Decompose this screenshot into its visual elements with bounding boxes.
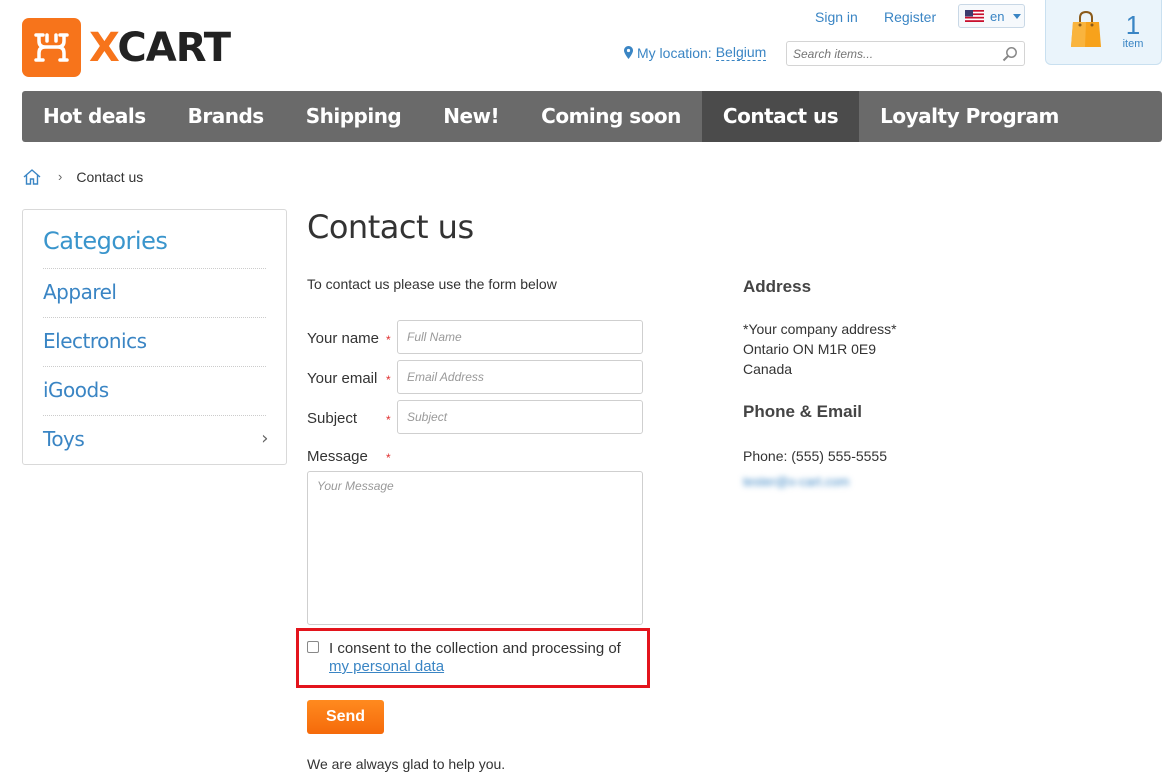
subject-label: Subject <box>307 410 358 427</box>
form-intro: To contact us please use the form below <box>307 276 557 292</box>
register-link[interactable]: Register <box>884 9 936 25</box>
sidebar-title: Categories <box>43 227 168 255</box>
phone-email-heading: Phone & Email <box>743 402 863 421</box>
sidebar-item-apparel[interactable]: Apparel <box>43 268 266 317</box>
email-link[interactable]: tester@x-cart.com <box>743 474 849 489</box>
required-mark: * <box>386 333 391 347</box>
logo-icon <box>22 18 81 77</box>
name-label: Your name <box>307 330 379 347</box>
address-line: *Your company address* <box>743 321 897 337</box>
main-nav: Hot deals Brands Shipping New! Coming so… <box>22 91 1162 142</box>
home-icon[interactable] <box>22 168 42 185</box>
nav-brands[interactable]: Brands <box>167 91 285 142</box>
email-field[interactable] <box>397 360 643 394</box>
chevron-right-icon[interactable]: › <box>261 416 268 462</box>
footer-note: We are always glad to help you. <box>307 756 506 772</box>
categories-sidebar: Categories Apparel Electronics iGoods To… <box>22 209 287 465</box>
breadcrumb: › Contact us <box>22 168 143 185</box>
breadcrumb-separator: › <box>58 169 63 184</box>
sidebar-item-toys[interactable]: Toys › <box>43 415 268 464</box>
search-box <box>786 41 1025 66</box>
name-field[interactable] <box>397 320 643 354</box>
sidebar-item-igoods[interactable]: iGoods <box>43 366 266 415</box>
send-button[interactable]: Send <box>307 700 384 734</box>
cart-count: 1 <box>1125 10 1141 40</box>
required-mark: * <box>386 451 391 465</box>
address-line: Ontario ON M1R 0E9 <box>743 341 877 357</box>
site-logo[interactable]: XCART <box>22 18 231 77</box>
message-field[interactable] <box>307 471 643 625</box>
email-label: Your email <box>307 370 378 387</box>
shopping-bag-icon <box>1071 10 1101 47</box>
required-mark: * <box>386 413 391 427</box>
subject-field[interactable] <box>397 400 643 434</box>
page-title: Contact us <box>307 208 474 246</box>
sidebar-item-electronics[interactable]: Electronics <box>43 317 266 366</box>
address-line: Canada <box>743 361 793 377</box>
language-selector[interactable]: en <box>958 4 1025 28</box>
message-label: Message <box>307 448 368 465</box>
map-pin-icon <box>624 46 633 59</box>
location-value[interactable]: Belgium <box>715 44 767 61</box>
logo-wordmark: XCART <box>89 24 231 71</box>
nav-shipping[interactable]: Shipping <box>285 91 423 142</box>
search-input[interactable] <box>787 42 992 65</box>
location-selector[interactable]: My location: Belgium <box>624 44 767 61</box>
phone-number: Phone: (555) 555-5555 <box>743 448 887 464</box>
cart-count-label: item <box>1122 38 1144 50</box>
nav-new[interactable]: New! <box>422 91 520 142</box>
consent-label: I consent to the collection and processi… <box>329 640 621 657</box>
sign-in-link[interactable]: Sign in <box>815 9 858 25</box>
sidebar-item-label: Toys <box>43 427 85 451</box>
language-value: en <box>990 8 1005 24</box>
address-heading: Address <box>743 277 812 296</box>
nav-contact-us[interactable]: Contact us <box>701 91 860 142</box>
cart-widget[interactable]: 1 item <box>1045 0 1162 65</box>
required-mark: * <box>386 373 391 387</box>
us-flag-icon <box>965 10 984 22</box>
nav-loyalty-program[interactable]: Loyalty Program <box>859 91 1080 142</box>
consent-text: I consent to the collection and processi… <box>329 640 639 676</box>
location-label: My location: <box>637 44 712 61</box>
consent-checkbox[interactable] <box>307 641 319 653</box>
nav-coming-soon[interactable]: Coming soon <box>520 91 702 142</box>
chevron-down-icon <box>1013 13 1022 19</box>
personal-data-link[interactable]: my personal data <box>329 658 444 675</box>
nav-hot-deals[interactable]: Hot deals <box>22 91 167 142</box>
breadcrumb-current: Contact us <box>76 168 144 185</box>
search-icon[interactable] <box>1002 46 1018 62</box>
